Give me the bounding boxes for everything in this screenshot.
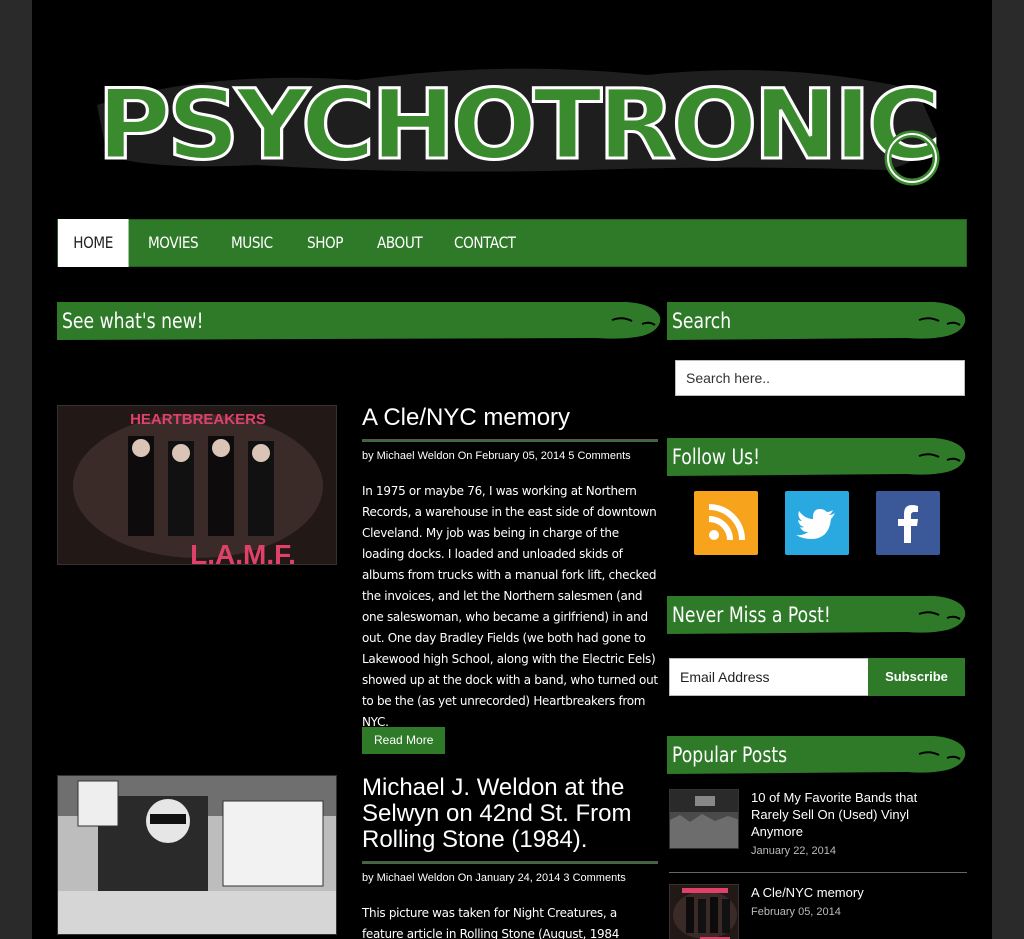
facebook-icon[interactable] bbox=[876, 491, 940, 555]
search-banner: Search bbox=[667, 302, 967, 340]
meta-by: by bbox=[362, 872, 374, 884]
email-field[interactable]: Email Address bbox=[669, 658, 869, 696]
site-logo[interactable]: PSYCHOTRONIC bbox=[87, 40, 947, 190]
meta-by: by bbox=[362, 450, 374, 462]
logo-text: PSYCHOTRONIC bbox=[97, 69, 937, 181]
post-title[interactable]: A Cle/NYC memory bbox=[362, 405, 652, 431]
main-nav: HOME MOVIES MUSIC SHOP ABOUT CONTACT bbox=[57, 219, 967, 267]
follow-heading: Follow Us! bbox=[672, 445, 760, 469]
popular-divider bbox=[669, 872, 967, 873]
main-banner: See what's new! bbox=[57, 302, 662, 340]
popular-post-date: January 22, 2014 bbox=[751, 845, 837, 857]
popular-post-thumbnail[interactable] bbox=[669, 789, 739, 849]
post-divider bbox=[362, 861, 658, 864]
page: PSYCHOTRONIC HOME MOVIES MUSIC SHOP ABOU… bbox=[32, 0, 992, 939]
post-meta: by Michael Weldon On February 05, 2014 5 Com… bbox=[362, 450, 634, 462]
popular-banner: Popular Posts bbox=[667, 736, 967, 774]
post-divider bbox=[362, 439, 658, 442]
nav-movies[interactable]: MOVIES bbox=[148, 220, 199, 266]
meta-author[interactable]: Michael Weldon bbox=[377, 872, 455, 884]
popular-post-title[interactable]: A Cle/NYC memory bbox=[751, 884, 941, 901]
nav-shop[interactable]: SHOP bbox=[307, 220, 344, 266]
meta-on: On bbox=[457, 450, 473, 462]
newsletter-banner: Never Miss a Post! bbox=[667, 596, 967, 634]
read-more-button[interactable]: Read More bbox=[362, 727, 446, 754]
popular-post-thumbnail[interactable] bbox=[669, 884, 739, 939]
newsletter-heading: Never Miss a Post! bbox=[672, 603, 831, 627]
thumb-lamf-text: L.A.M.F. bbox=[190, 539, 296, 565]
post-meta: by Michael Weldon On January 24, 2014 3 Comm… bbox=[362, 872, 629, 884]
popular-heading: Popular Posts bbox=[672, 743, 788, 767]
search-heading: Search bbox=[672, 309, 732, 333]
nav-contact[interactable]: CONTACT bbox=[454, 220, 516, 266]
post-excerpt: This picture was taken for Night Creatur… bbox=[362, 906, 620, 939]
meta-on: On bbox=[457, 872, 473, 884]
meta-date: February 05, 2014 bbox=[475, 450, 566, 462]
follow-banner: Follow Us! bbox=[667, 438, 967, 476]
twitter-icon[interactable] bbox=[785, 491, 849, 555]
popular-post-date: February 05, 2014 bbox=[751, 906, 841, 918]
main-banner-label: See what's new! bbox=[62, 309, 204, 333]
nav-home[interactable]: HOME bbox=[58, 219, 129, 267]
meta-date: January 24, 2014 bbox=[475, 872, 561, 884]
nav-about[interactable]: ABOUT bbox=[377, 220, 423, 266]
meta-comments[interactable]: 5 Comments bbox=[568, 450, 630, 462]
post-excerpt: In 1975 or maybe 76, I was working at No… bbox=[362, 484, 658, 729]
meta-comments[interactable]: 3 Comments bbox=[563, 872, 625, 884]
meta-author[interactable]: Michael Weldon bbox=[377, 450, 455, 462]
search-input[interactable]: Search here.. bbox=[675, 360, 965, 396]
post-thumbnail[interactable] bbox=[57, 775, 337, 935]
post-title[interactable]: Michael J. Weldon at the Selwyn on 42nd … bbox=[362, 775, 652, 853]
subscribe-button[interactable]: Subscribe bbox=[868, 658, 965, 696]
rss-icon[interactable] bbox=[694, 491, 758, 555]
nav-music[interactable]: MUSIC bbox=[231, 220, 273, 266]
popular-post-title[interactable]: 10 of My Favorite Bands that Rarely Sell… bbox=[751, 789, 941, 840]
post-thumbnail[interactable]: HEARTBREAKERS L.A.M.F. bbox=[57, 405, 337, 565]
thumb-heartbreakers-text: HEARTBREAKERS bbox=[130, 411, 266, 428]
